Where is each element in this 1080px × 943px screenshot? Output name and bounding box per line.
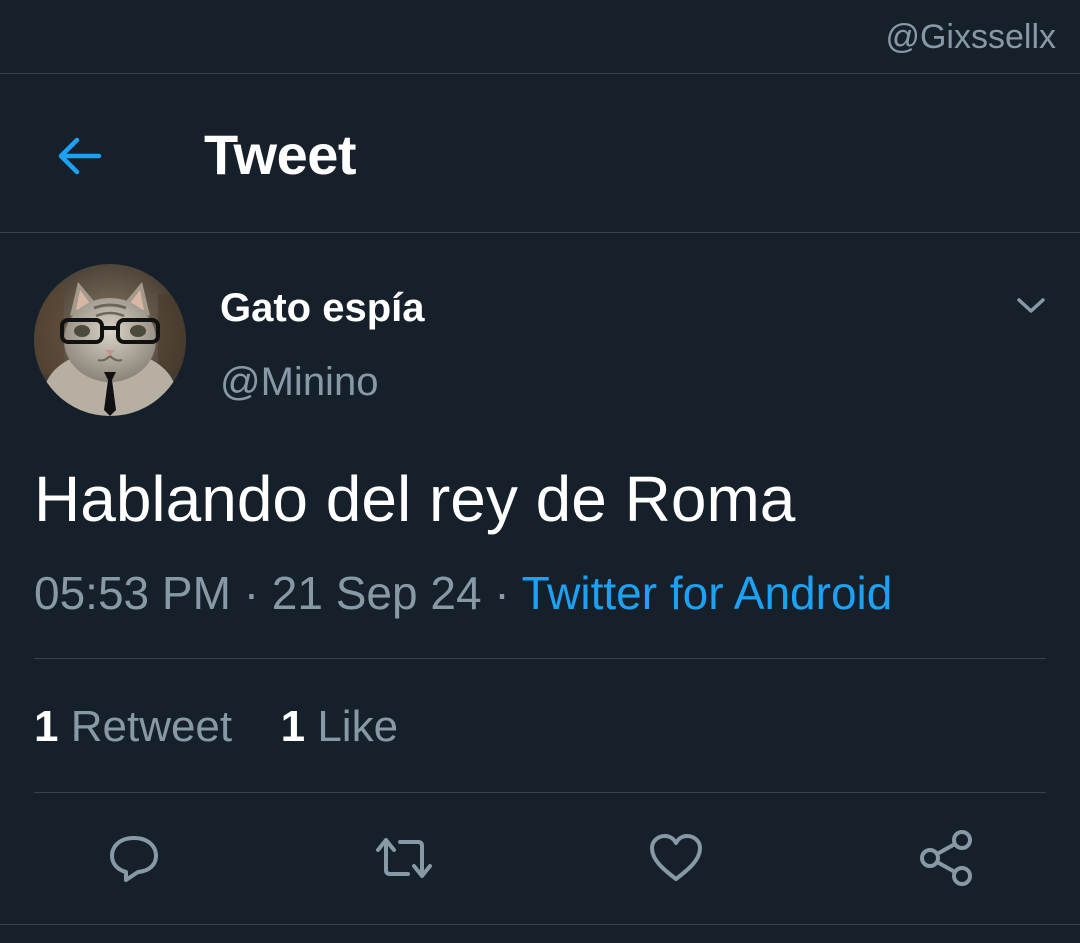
- tweet-stats: 1 Retweet 1 Like: [34, 702, 398, 752]
- arrow-left-icon: [58, 137, 102, 175]
- avatar[interactable]: [34, 264, 186, 416]
- retweets-count: 1: [34, 702, 59, 751]
- retweets-label: Retweet: [70, 702, 233, 751]
- like-icon: [650, 834, 702, 881]
- more-options-button[interactable]: [1008, 286, 1054, 326]
- cat-avatar-image: [34, 264, 186, 416]
- page-title: Tweet: [204, 123, 357, 186]
- tweet-text: Hablando del rey de Roma: [34, 463, 796, 535]
- back-button[interactable]: [48, 128, 108, 184]
- divider: [0, 73, 1080, 74]
- tweet-meta: 05:53 PM · 21 Sep 24 · Twitter for Andro…: [34, 566, 892, 620]
- like-button[interactable]: [644, 826, 708, 890]
- tweet-date: 21 Sep 24: [271, 567, 482, 619]
- watermark: @Gixssellx: [885, 18, 1056, 56]
- meta-separator: ·: [494, 567, 510, 619]
- tweet-time: 05:53 PM: [34, 567, 231, 619]
- divider: [0, 924, 1080, 925]
- user-handle[interactable]: @Minino: [220, 360, 378, 405]
- tweet-source-link[interactable]: Twitter for Android: [522, 567, 893, 619]
- likes-stat[interactable]: 1 Like: [281, 702, 398, 751]
- divider: [34, 792, 1046, 793]
- likes-label: Like: [317, 702, 399, 751]
- display-name[interactable]: Gato espía: [220, 286, 425, 331]
- meta-separator: ·: [243, 567, 260, 619]
- share-icon: [920, 830, 972, 886]
- retweet-icon: [376, 838, 432, 878]
- likes-count: 1: [280, 702, 306, 751]
- retweet-button[interactable]: [372, 826, 436, 890]
- reply-icon: [110, 836, 158, 882]
- divider: [34, 658, 1046, 659]
- share-button[interactable]: [914, 826, 978, 890]
- divider: [0, 232, 1080, 233]
- retweets-stat[interactable]: 1 Retweet: [34, 702, 232, 751]
- chevron-down-icon: [1017, 298, 1045, 313]
- reply-button[interactable]: [102, 826, 166, 890]
